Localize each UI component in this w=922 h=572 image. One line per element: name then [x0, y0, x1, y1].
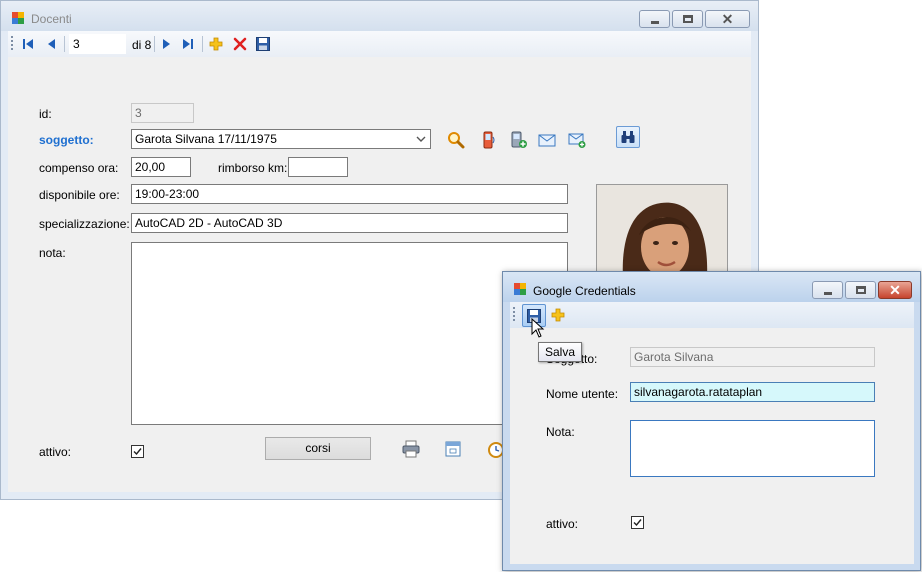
close-button[interactable]: ✕ [705, 10, 750, 28]
specializzazione-field[interactable]: AutoCAD 2D - AutoCAD 3D [131, 213, 568, 233]
soggetto-combobox[interactable]: Garota Silvana 17/11/1975 [131, 129, 431, 149]
rimborso-km-label: rimborso km: [218, 161, 288, 175]
id-field: 3 [131, 103, 194, 123]
mouse-cursor-icon [531, 318, 545, 338]
close-button[interactable]: ✕ [878, 281, 912, 299]
toolbar-separator [154, 36, 155, 52]
compenso-ora-label: compenso ora: [39, 161, 119, 175]
toolbar-grip[interactable] [513, 307, 515, 323]
nota-label: Nota: [546, 425, 575, 439]
disponibile-ore-label: disponibile ore: [39, 188, 120, 202]
nome-utente-label: Nome utente: [546, 387, 619, 401]
minimize-button[interactable] [639, 10, 670, 28]
email-add-icon[interactable] [568, 131, 586, 149]
docenti-titlebar[interactable]: Docenti ✕ [1, 1, 758, 31]
google-credentials-window: Google Credentials ✕ Soggetto: Garota Si… [502, 271, 921, 571]
minimize-icon [824, 292, 832, 295]
disponibile-ore-field[interactable]: 19:00-23:00 [131, 184, 568, 204]
delete-icon[interactable] [232, 36, 248, 52]
attivo-label: attivo: [39, 445, 72, 459]
add-icon[interactable] [550, 307, 566, 323]
close-icon: ✕ [721, 11, 734, 27]
mobile-phone-icon[interactable] [479, 131, 497, 149]
nome-utente-field[interactable]: silvanagarota.ratataplan [630, 382, 875, 402]
soggetto-label[interactable]: soggetto: [39, 133, 94, 147]
app-icon [514, 283, 528, 295]
last-record-icon[interactable] [180, 36, 196, 52]
next-record-icon[interactable] [158, 36, 174, 52]
window-title: Google Credentials [533, 284, 636, 298]
maximize-button[interactable] [672, 10, 703, 28]
corsi-button[interactable]: corsi [265, 437, 371, 460]
attivo-checkbox[interactable] [131, 445, 144, 458]
navigator-toolbar: 3 di 8 [8, 31, 751, 57]
compenso-ora-field[interactable]: 20,00 [131, 157, 191, 177]
record-count-label: di 8 [132, 38, 152, 52]
rimborso-km-field[interactable] [288, 157, 348, 177]
soggetto-field: Garota Silvana [630, 347, 875, 367]
save-icon[interactable] [255, 36, 271, 52]
close-icon: ✕ [889, 282, 901, 298]
soggetto-value: Garota Silvana 17/11/1975 [135, 132, 277, 146]
toolbar-separator [64, 36, 65, 52]
nota-textarea[interactable] [630, 420, 875, 477]
position-input[interactable]: 3 [69, 34, 126, 54]
minimize-icon [651, 21, 659, 24]
teacher-photo-image [597, 185, 727, 276]
app-icon [12, 12, 26, 24]
maximize-icon [683, 15, 693, 23]
phone-add-icon[interactable] [510, 131, 528, 149]
id-label: id: [39, 107, 52, 121]
specializzazione-label: specializzazione: [39, 217, 130, 231]
toolbar-separator [202, 36, 203, 52]
calendar-icon[interactable] [444, 440, 462, 458]
previous-record-icon[interactable] [44, 36, 60, 52]
save-tooltip: Salva [538, 342, 583, 362]
chevron-down-icon[interactable] [414, 133, 428, 145]
attivo-label: attivo: [546, 517, 579, 531]
first-record-icon[interactable] [20, 36, 36, 52]
binoculars-button[interactable] [616, 126, 640, 148]
google-credentials-client: Soggetto: Garota Silvana Nome utente: si… [510, 302, 914, 564]
nota-label: nota: [39, 246, 66, 260]
maximize-icon [856, 286, 866, 294]
binoculars-icon [621, 131, 635, 143]
attivo-checkbox[interactable] [631, 516, 644, 529]
teacher-photo[interactable] [596, 184, 728, 277]
credentials-toolbar [510, 302, 914, 328]
checkmark-icon [633, 519, 642, 527]
toolbar-grip[interactable] [11, 36, 13, 52]
maximize-button[interactable] [845, 281, 876, 299]
email-icon[interactable] [538, 131, 556, 149]
checkmark-icon [133, 448, 142, 456]
print-icon[interactable] [402, 440, 420, 458]
search-icon[interactable] [447, 131, 465, 149]
window-title: Docenti [31, 12, 72, 26]
google-credentials-titlebar[interactable]: Google Credentials ✕ [503, 272, 920, 302]
minimize-button[interactable] [812, 281, 843, 299]
add-icon[interactable] [208, 36, 224, 52]
